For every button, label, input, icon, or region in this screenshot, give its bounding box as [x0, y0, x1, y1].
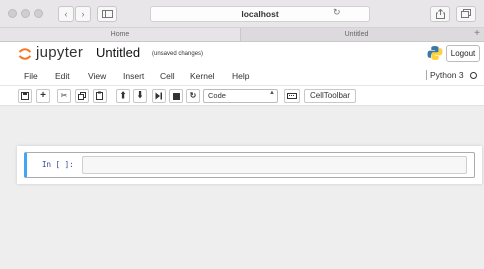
input-prompt: In [ ]:	[42, 160, 74, 169]
paste-icon	[96, 91, 103, 100]
menu-edit[interactable]: Edit	[55, 71, 70, 81]
sidebar-icon	[101, 10, 113, 18]
keyboard-icon	[287, 93, 297, 99]
minimize-window-button[interactable]	[21, 9, 30, 18]
menu-file[interactable]: File	[24, 71, 38, 81]
restart-button[interactable]: ↻	[186, 89, 200, 103]
jupyter-logo-icon[interactable]	[18, 47, 32, 61]
reload-icon[interactable]: ↻	[333, 7, 341, 18]
select-arrows-icon: ▲	[269, 90, 275, 96]
share-icon	[435, 8, 445, 19]
arrow-up-icon: 🠱	[120, 91, 126, 100]
move-up-button[interactable]: 🠱	[116, 89, 130, 103]
arrow-down-icon: 🠳	[137, 91, 143, 100]
sidebar-toggle-button[interactable]	[97, 6, 117, 22]
chevron-right-icon: ›	[81, 9, 85, 19]
plus-icon: +	[40, 90, 46, 101]
tab-home[interactable]: Home	[0, 28, 240, 41]
copy-button[interactable]	[75, 89, 89, 103]
save-icon	[21, 92, 29, 100]
share-button[interactable]	[430, 6, 450, 22]
kernel-name: Python 3	[426, 70, 464, 80]
code-input-editor[interactable]	[82, 156, 467, 174]
tab-untitled[interactable]: Untitled	[240, 28, 472, 41]
notebook-name[interactable]: Untitled	[96, 45, 140, 60]
notebook-area	[0, 107, 484, 269]
copy-icon	[78, 92, 86, 100]
save-button[interactable]	[18, 89, 32, 103]
close-window-button[interactable]	[8, 9, 17, 18]
forward-button[interactable]: ›	[75, 6, 91, 22]
stop-icon	[172, 92, 180, 100]
zoom-window-button[interactable]	[34, 9, 43, 18]
new-tab-button[interactable]: +	[474, 28, 480, 40]
interrupt-button[interactable]	[169, 89, 183, 103]
move-down-button[interactable]: 🠳	[133, 89, 147, 103]
menu-cell[interactable]: Cell	[160, 71, 175, 81]
tabs-overview-button[interactable]	[456, 6, 476, 22]
tabs-icon	[461, 9, 471, 18]
chevron-left-icon: ‹	[64, 9, 68, 19]
menu-insert[interactable]: Insert	[123, 71, 144, 81]
kernel-idle-indicator-icon	[470, 72, 477, 79]
step-forward-icon	[155, 92, 162, 100]
paste-button[interactable]	[93, 89, 107, 103]
menu-help[interactable]: Help	[232, 71, 249, 81]
cut-button[interactable]: ✂	[57, 89, 71, 103]
menu-view[interactable]: View	[88, 71, 106, 81]
scissors-icon: ✂	[60, 91, 68, 100]
celltoolbar-button[interactable]: CellToolbar	[304, 89, 356, 103]
logout-button[interactable]: Logout	[446, 45, 480, 62]
refresh-icon: ↻	[189, 91, 197, 100]
cell-type-select[interactable]: Code	[203, 89, 278, 103]
command-palette-button[interactable]	[284, 89, 300, 103]
tab-strip: Home Untitled +	[0, 28, 484, 42]
autosave-status: (unsaved changes)	[152, 51, 204, 57]
run-button[interactable]	[152, 89, 166, 103]
jupyter-wordmark[interactable]: jupyter	[36, 44, 83, 61]
python-logo-icon	[427, 46, 443, 60]
back-button[interactable]: ‹	[58, 6, 74, 22]
insert-cell-button[interactable]: +	[36, 89, 50, 103]
menu-kernel[interactable]: Kernel	[190, 71, 215, 81]
